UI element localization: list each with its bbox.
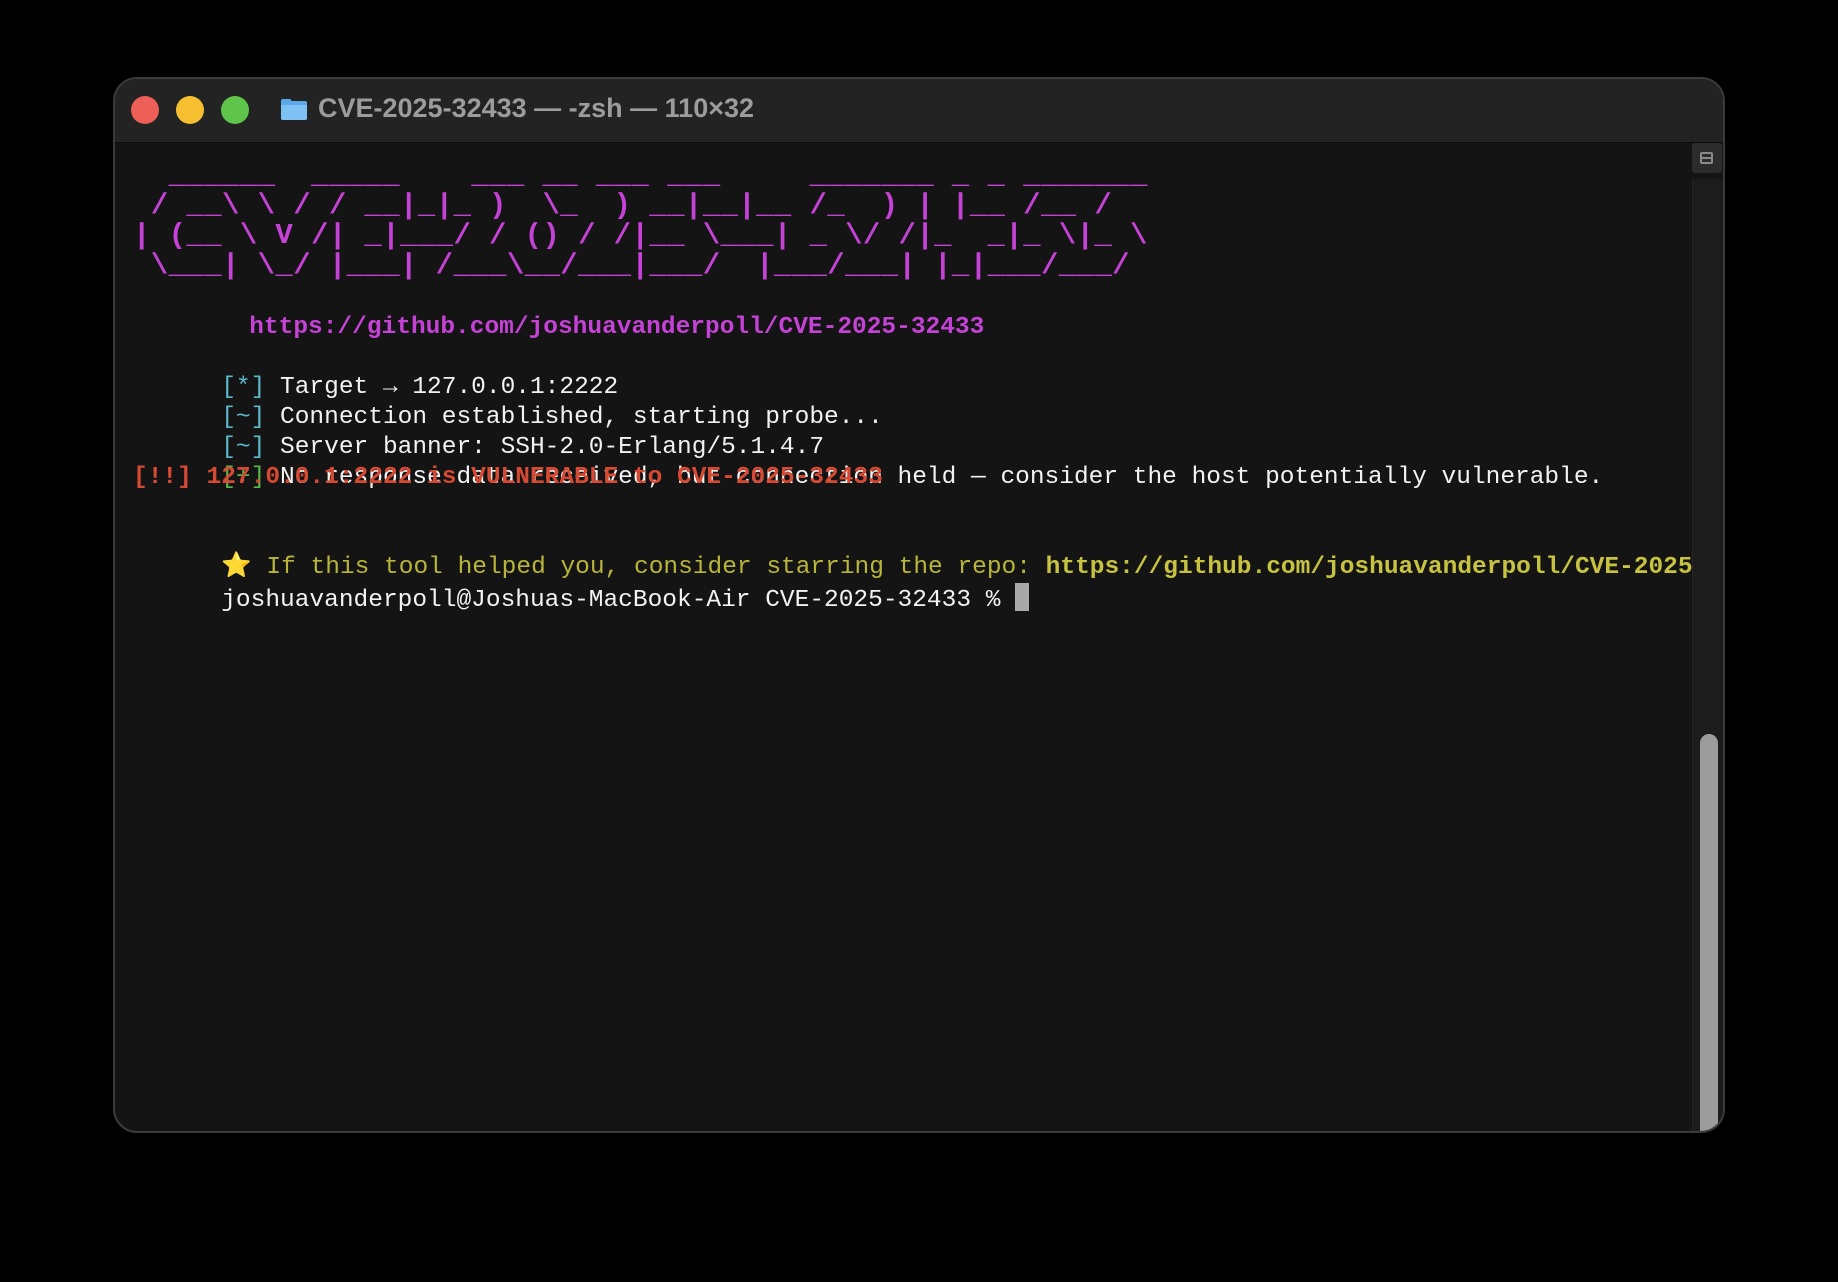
shell-prompt: joshuavanderpoll@Joshuas-MacBook-Air CVE… <box>221 587 1016 614</box>
text-cursor <box>1015 583 1030 611</box>
scrollbar-thumb[interactable] <box>1700 734 1718 1131</box>
minimize-button[interactable] <box>176 96 204 124</box>
output-line-connection: [~] Connection established, starting pro… <box>133 373 883 431</box>
close-button[interactable] <box>131 96 159 124</box>
star-line: ⭐ If this tool helped you, consider star… <box>133 523 1723 581</box>
output-line-response: [+] No response data received, but conne… <box>133 433 1603 491</box>
output-line-target: [*] Target → 127.0.0.1:2222 <box>133 343 618 401</box>
terminal-output[interactable]: ______ _____ ___ __ ___ ___ _______ _ _ … <box>115 143 1723 1131</box>
title-bar[interactable]: CVE-2025-32433 — -zsh — 110×32 <box>115 79 1723 143</box>
output-line-banner: [~] Server banner: SSH-2.0-Erlang/5.1.4.… <box>133 403 824 461</box>
zoom-button[interactable] <box>221 96 249 124</box>
ascii-art-line: \___| \_/ |___| /___\__/___|___/ |___/__… <box>133 249 1130 282</box>
ascii-art-line: / __\ \ / / __|_|_ ) \_ ) __|__|__ /_ ) … <box>133 189 1113 222</box>
banner-url-line: https://github.com/joshuavanderpoll/CVE-… <box>161 283 984 341</box>
folder-icon <box>281 99 307 120</box>
repo-url[interactable]: https://github.com/joshuavanderpoll/CVE-… <box>1046 554 1723 581</box>
terminal-window: CVE-2025-32433 — -zsh — 110×32 ______ __… <box>113 77 1725 1133</box>
scroll-toggle-button[interactable] <box>1692 143 1722 173</box>
split-icon <box>1700 152 1713 164</box>
scrollbar-track[interactable] <box>1692 179 1723 1131</box>
vulnerable-line: [!!] 127.0.0.1:2222 is VULNERABLE to CVE… <box>133 464 883 491</box>
prompt-line[interactable]: joshuavanderpoll@Joshuas-MacBook-Air CVE… <box>133 553 1030 614</box>
banner-url[interactable]: https://github.com/joshuavanderpoll/CVE-… <box>249 314 984 341</box>
ascii-art-line: | (__ \ V /| _|___/ / () / /|__ \___| _ … <box>133 219 1148 252</box>
window-title: CVE-2025-32433 — -zsh — 110×32 <box>318 93 755 123</box>
ascii-art-line: ______ _____ ___ __ ___ ___ _______ _ _ … <box>133 159 1148 192</box>
